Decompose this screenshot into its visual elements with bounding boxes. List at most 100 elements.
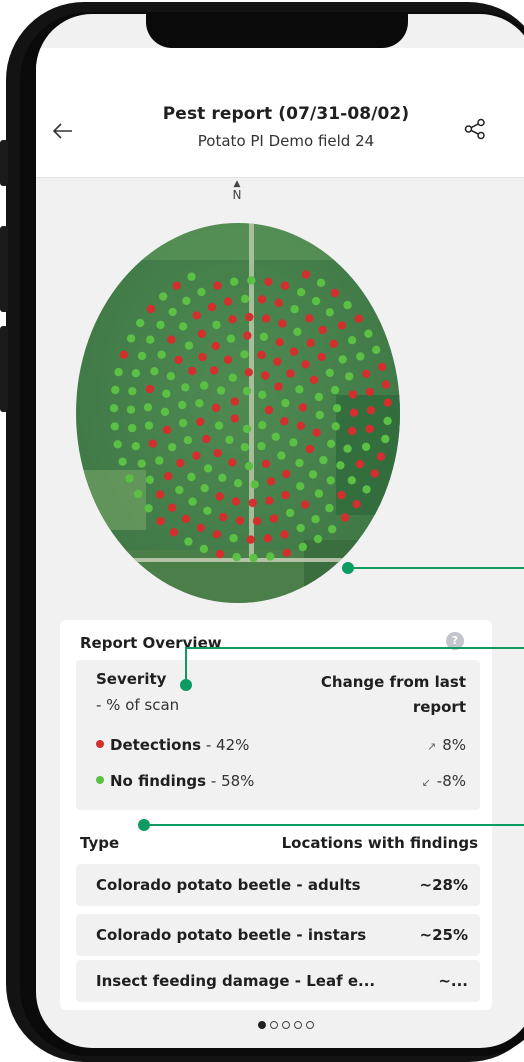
scan-point [157,350,166,359]
scan-point [144,421,154,430]
type-label: Type [80,834,120,852]
scan-point [248,498,257,508]
page-dot[interactable] [294,1021,302,1029]
scan-point [145,384,154,394]
scan-point [365,424,374,433]
scan-point [314,489,324,498]
scan-point [280,530,289,539]
scan-point [198,352,207,362]
scan-point [168,307,177,317]
scan-point [128,387,137,396]
scan-point [298,403,308,412]
page-indicator[interactable] [36,1018,524,1032]
field-name: Potato PI Demo field 24 [197,132,375,150]
scan-point [155,490,165,499]
scan-point [244,461,254,471]
row-percent: - 58% [210,772,255,790]
share-icon[interactable] [464,118,486,140]
row-percent: - 42% [205,736,250,754]
scan-point [376,452,386,461]
scan-point [383,416,392,426]
scan-point [281,490,290,500]
scan-point [282,469,291,479]
scan-point [295,458,304,468]
page-dot-active[interactable] [258,1021,266,1029]
volume-down-button [0,326,8,412]
scan-point [354,314,363,323]
scan-point [144,504,153,513]
scan-point [242,386,252,396]
scan-point [228,458,237,467]
detections-row[interactable]: Detections - 42% ↗ 8% [96,736,466,760]
scan-point [298,542,307,552]
scan-point [259,332,269,341]
change-value: -8% [436,772,466,790]
scan-point [200,484,209,493]
scan-point [305,444,314,454]
scan-point [202,434,211,444]
scan-point [273,357,282,366]
row-change: ↙ -8% [422,772,466,790]
scan-point [381,434,390,444]
north-arrow-icon: ▲ [233,179,241,189]
scan-point [128,423,137,433]
scan-point [326,476,335,485]
scan-point [119,350,129,359]
severity-callout-line-v [185,648,187,682]
scan-point [126,334,136,343]
back-arrow-icon[interactable] [52,120,74,142]
scan-point [289,347,299,356]
scan-point [281,398,290,408]
row-label: No findings [110,772,207,790]
page-dot[interactable] [270,1021,278,1029]
scan-point [258,421,267,430]
scan-point [160,407,170,416]
scan-point [188,497,197,506]
map-callout-line [348,567,524,569]
scan-point [264,277,273,286]
scan-point [313,534,323,544]
scan-point [162,425,172,435]
scan-point [214,421,224,430]
row-label: Detections [110,736,202,754]
scan-point [319,455,328,465]
scan-point [271,432,280,441]
scan-point [126,405,136,414]
scan-point [282,548,292,557]
scan-point [242,424,252,434]
page-dot[interactable] [306,1021,314,1029]
scan-point [264,405,274,415]
scan-point [168,503,177,512]
page-dot[interactable] [282,1021,290,1029]
type-callout-line [144,824,524,826]
no-findings-row[interactable]: No findings - 58% ↙ -8% [96,772,466,796]
scan-point [244,368,253,377]
scan-point [187,472,196,482]
scan-point [219,512,228,522]
scan-point [285,508,295,518]
overview-title: Report Overview [80,634,222,652]
scan-point [230,277,239,286]
scan-point [343,300,352,310]
scan-point [347,476,356,485]
scan-point [110,422,119,431]
scan-point [278,319,287,328]
scan-point [266,552,275,561]
scan-point [168,443,177,452]
scan-point [164,472,173,481]
scan-point [181,514,191,524]
scan-point [311,515,320,524]
pest-item[interactable]: Colorado potato beetle - adults ~28% [76,864,480,906]
row-change: ↗ 8% [427,736,466,754]
scan-point [203,506,212,515]
scan-point [263,534,272,543]
scan-point [195,399,204,408]
scan-point [246,535,255,544]
pest-item[interactable]: Colorado potato beetle - instars ~25% [76,914,480,956]
scan-point [361,442,371,451]
scan-point [345,372,354,381]
pest-item[interactable]: Insect feeding damage - Leaf e... ~... [76,960,480,1002]
field-map[interactable] [76,220,400,606]
severity-label: Severity [96,670,167,688]
scan-point [225,435,234,444]
